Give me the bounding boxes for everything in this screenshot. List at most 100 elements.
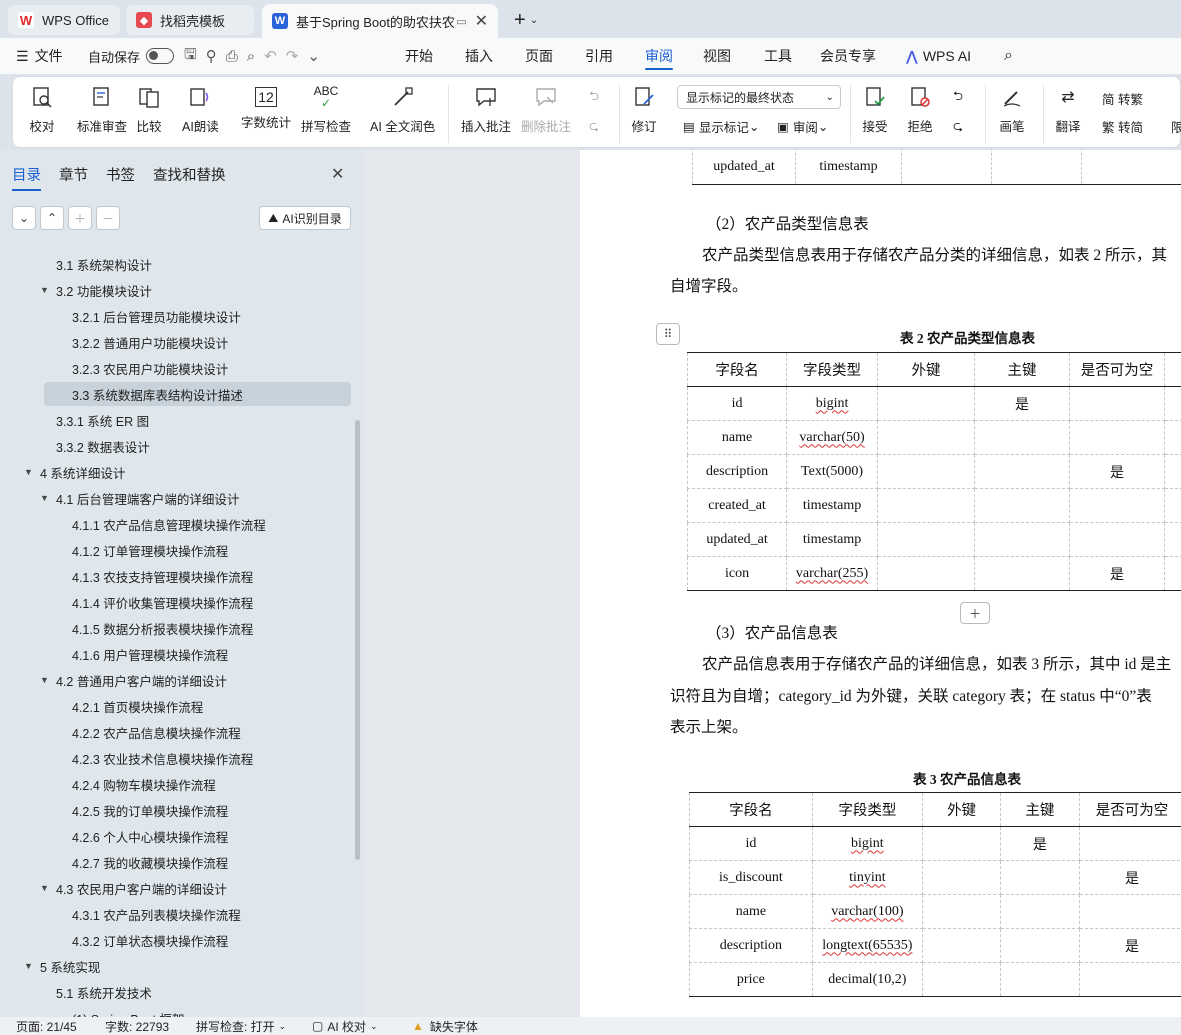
reject-button[interactable]: 拒绝 [907,83,933,135]
add-heading-button[interactable]: ＋ [68,206,92,230]
expand-arrow-icon[interactable]: ▼ [40,285,52,295]
save-icon[interactable]: 🖫 [184,44,206,69]
toc-item[interactable]: 4.2.6 个人中心模块操作流程 [72,824,228,848]
toc-item[interactable]: (1) Spring Boot 框架 [72,1006,185,1018]
tab-wps-office[interactable]: W WPS Office [8,5,120,35]
toc-item[interactable]: 4.2.4 购物车模块操作流程 [72,772,216,796]
search-icon[interactable]: ⌕ [1004,38,1013,74]
print-preview-icon[interactable]: ⌕ [247,48,264,65]
delete-comment-button[interactable]: 删除批注 [521,83,571,135]
collapse-up-button[interactable]: ⌃ [40,206,64,230]
toc-item[interactable]: 4.3.2 订单状态模块操作流程 [72,928,228,952]
tab-document[interactable]: W 基于Spring Boot的助农扶农 ▭ ✕ [262,4,498,38]
toc-item[interactable]: 4.1.2 订单管理模块操作流程 [72,538,228,562]
toc-item[interactable]: 4.2.3 农业技术信息模块操作流程 [72,746,253,770]
prev-change-icon[interactable]: ⮌ [953,87,963,108]
tab-page[interactable]: 页面 [525,38,553,74]
tab-start[interactable]: 开始 [405,38,433,74]
toc-item[interactable]: 3.2.1 后台管理员功能模块设计 [72,304,241,328]
limit-button[interactable]: 限 [1171,117,1181,136]
expand-arrow-icon[interactable]: ▼ [40,675,52,685]
toc-item[interactable]: 4.1.6 用户管理模块操作流程 [72,642,228,666]
print-icon[interactable]: ⎙ [226,48,247,65]
redo-icon[interactable]: ↷ [286,47,308,65]
toc-item[interactable]: 4.2.1 首页模块操作流程 [72,694,203,718]
remove-heading-button[interactable]: － [96,206,120,230]
ai-read-button[interactable]: AI朗读 [182,83,219,135]
review-pane-button[interactable]: ▣ 审阅 ⌄ [777,117,828,136]
toc-item[interactable]: 4.2.2 农产品信息模块操作流程 [72,720,241,744]
close-tab-icon[interactable]: ✕ [475,11,488,31]
prev-comment-icon[interactable]: ⮌ [589,87,599,108]
toc-item[interactable]: 4.1.4 评价收集管理模块操作流程 [72,590,253,614]
toc-item[interactable]: ▼ 4.1 后台管理端客户端的详细设计 [40,486,239,510]
toc-item[interactable]: 3.1 系统架构设计 [56,252,152,276]
insert-comment-button[interactable]: 插入批注 [461,83,511,135]
close-pane-icon[interactable]: ✕ [331,164,344,184]
missing-font-status[interactable]: ▲ 缺失字体 [412,1017,478,1035]
toc-item[interactable]: 4.1.1 农产品信息管理模块操作流程 [72,512,266,536]
toc-item[interactable]: ▼ 3.2 功能模块设计 [40,278,152,302]
tab-template[interactable]: ◆ 找稻壳模板 [126,5,254,35]
next-change-icon[interactable]: ⮎ [953,117,963,138]
toc-item[interactable]: 3.3.1 系统 ER 图 [56,408,149,432]
translate-button[interactable]: ⇄ 翻译 [1055,83,1081,135]
accept-button[interactable]: 接受 [862,83,888,135]
undo-icon[interactable]: ↶ [264,47,286,65]
toc-item[interactable]: 3.2.2 普通用户功能模块设计 [72,330,228,354]
page-indicator[interactable]: 页面: 21/45 [16,1017,77,1035]
tab-insert[interactable]: 插入 [465,38,493,74]
ai-toc-button[interactable]: ⛰ AI识别目录 [259,206,351,230]
to-traditional-button[interactable]: 简 转繁 [1102,89,1143,108]
toc-item[interactable]: 4.2.5 我的订单模块操作流程 [72,798,228,822]
toc-item[interactable]: 4.2.7 我的收藏模块操作流程 [72,850,228,874]
toc-item[interactable]: 4.1.3 农技支持管理模块操作流程 [72,564,253,588]
standard-review-button[interactable]: 标准审查 [77,83,127,135]
expand-arrow-icon[interactable]: ▼ [24,961,36,971]
toc-scrollbar[interactable] [355,420,360,860]
toc-item[interactable]: 3.3 系统数据库表结构设计描述 [44,382,351,406]
tab-find-replace[interactable]: 查找和替换 [153,164,226,185]
track-changes-button[interactable]: 修订 [631,83,657,135]
toc-item[interactable]: 4.1.5 数据分析报表模块操作流程 [72,616,253,640]
toc-item[interactable]: ▼ 4.3 农民用户客户端的详细设计 [40,876,227,900]
pen-button[interactable]: 画笔 [999,83,1025,135]
word-count-indicator[interactable]: 字数: 22793 [105,1017,169,1035]
autosave-toggle[interactable]: 自动保存 [88,38,175,74]
proofread-button[interactable]: 校对 [29,83,55,135]
tab-wps-ai[interactable]: ⋀ WPS AI [906,38,971,74]
compare-button[interactable]: 比较 [136,83,162,135]
more-chevron-icon[interactable]: ⌄ [307,47,329,65]
toc-item[interactable]: ▼ 4.2 普通用户客户端的详细设计 [40,668,227,692]
toc-item[interactable]: ▼ 5 系统实现 [24,954,100,978]
tab-bookmark[interactable]: 书签 [106,164,135,185]
next-comment-icon[interactable]: ⮎ [589,117,599,138]
spell-check-button[interactable]: ABC ✓ 拼写检查 [301,83,351,135]
new-tab-button[interactable]: + ⌄ [504,5,544,35]
expand-down-button[interactable]: ⌄ [12,206,36,230]
toc-item[interactable]: ▼ 4 系统详细设计 [24,460,125,484]
toc-item[interactable]: 3.3.2 数据表设计 [56,434,150,458]
toc-item[interactable]: 4.3.1 农产品列表模块操作流程 [72,902,241,926]
tab-reference[interactable]: 引用 [585,38,613,74]
tab-view[interactable]: 视图 [703,38,731,74]
add-row-button[interactable]: ＋ [960,602,990,624]
tab-review[interactable]: 审阅 [645,38,673,74]
tab-chapter[interactable]: 章节 [59,164,88,185]
tab-tools[interactable]: 工具 [764,38,792,74]
share-icon[interactable]: ⚲ [206,47,226,65]
markup-state-select[interactable]: 显示标记的最终状态 ⌄ [677,85,841,109]
toggle-switch[interactable] [146,48,175,64]
expand-arrow-icon[interactable]: ▼ [24,467,36,477]
table-move-handle[interactable]: ⠿ [656,323,680,345]
expand-arrow-icon[interactable]: ▼ [40,493,52,503]
file-menu[interactable]: ☰ 文件 [16,38,63,74]
show-markup-button[interactable]: ▤ 显示标记 ⌄ [683,117,759,136]
ai-proofread-status[interactable]: ▢ AI 校对 ⌄ [312,1017,378,1035]
ai-polish-button[interactable]: AI 全文润色 [370,83,435,135]
tab-toc[interactable]: 目录 [12,164,41,191]
expand-arrow-icon[interactable]: ▼ [40,883,52,893]
word-count-button[interactable]: 12 字数统计 [241,83,291,131]
toc-item[interactable]: 5.1 系统开发技术 [56,980,152,1004]
tab-member[interactable]: 会员专享 [820,38,876,74]
